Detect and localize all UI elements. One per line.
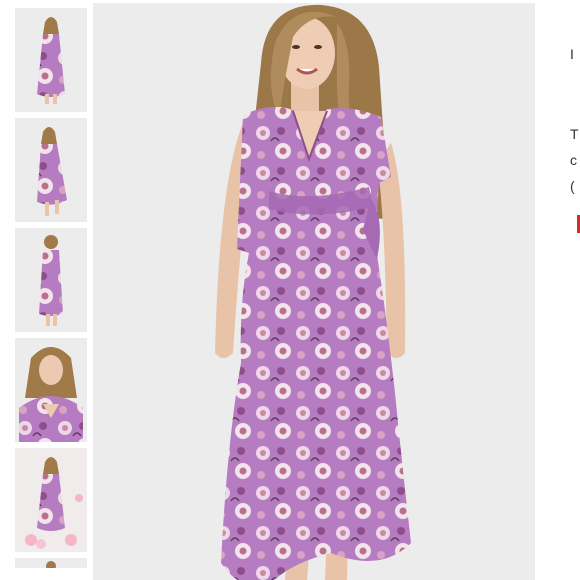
side-panel-fragment-2: T [570, 126, 579, 142]
thumbnail-5[interactable] [15, 448, 87, 552]
main-product-image[interactable] [93, 3, 535, 580]
thumbnail-strip [15, 8, 87, 568]
thumbnail-6[interactable] [15, 558, 87, 568]
side-panel-fragment-4: ( [570, 178, 575, 194]
thumbnail-1[interactable] [15, 8, 87, 112]
side-panel-fragment-3: c [570, 152, 577, 168]
model-photo [93, 3, 535, 580]
side-panel-fragment-1: I [570, 46, 574, 62]
thumbnail-4[interactable] [15, 338, 87, 442]
thumbnail-3[interactable] [15, 228, 87, 332]
thumbnail-2[interactable] [15, 118, 87, 222]
